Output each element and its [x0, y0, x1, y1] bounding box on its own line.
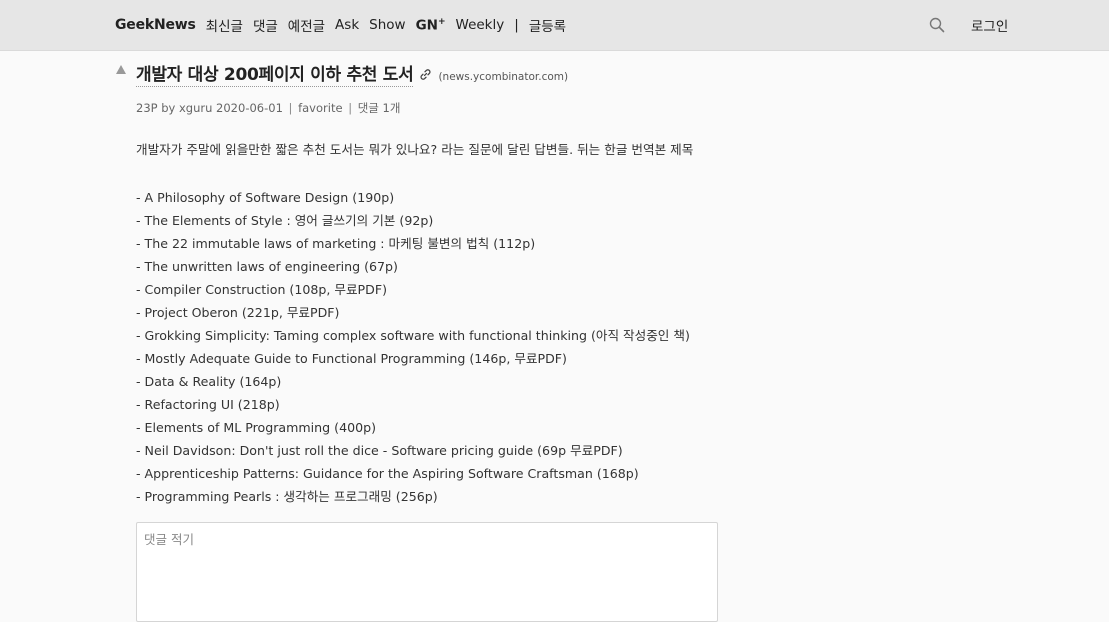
nav-submit[interactable]: 글등록 [529, 15, 566, 35]
list-item: - Mostly Adequate Guide to Functional Pr… [136, 351, 567, 366]
list-item: - Project Oberon (221p, 무료PDF) [136, 305, 340, 320]
post-title[interactable]: 개발자 대상 200페이지 이하 추천 도서 [136, 60, 414, 87]
nav-gn-sup: + [437, 16, 446, 27]
nav-brand-geeknews[interactable]: GeekNews [115, 17, 196, 33]
list-item: - Elements of ML Programming (400p) [136, 420, 377, 435]
search-icon[interactable] [929, 17, 945, 33]
comments-link[interactable]: 댓글 1개 [358, 101, 401, 115]
upvote-icon[interactable] [116, 65, 126, 74]
top-navigation-bar: GeekNews 최신글 댓글 예전글 Ask Show GN+ Weekly … [0, 0, 1109, 51]
post-body: 개발자가 주말에 읽을만한 짧은 추천 도서는 뭐가 있나요? 라는 질문에 달… [136, 140, 896, 508]
post-domain: (news.ycombinator.com) [438, 71, 569, 83]
list-item: - Compiler Construction (108p, 무료PDF) [136, 282, 387, 297]
nav-gn-plus[interactable]: GN+ [416, 17, 446, 34]
list-item: - Neil Davidson: Don't just roll the dic… [136, 443, 623, 458]
meta-separator: | [288, 101, 293, 115]
main-nav: GeekNews 최신글 댓글 예전글 Ask Show GN+ Weekly … [115, 15, 566, 35]
meta-separator: | [348, 101, 353, 115]
list-item: - Data & Reality (164p) [136, 374, 282, 389]
book-list: - A Philosophy of Software Design (190p)… [136, 186, 896, 508]
list-item: - Refactoring UI (218p) [136, 397, 280, 412]
post-intro: 개발자가 주말에 읽을만한 짧은 추천 도서는 뭐가 있나요? 라는 질문에 달… [136, 142, 694, 157]
list-item: - Apprenticeship Patterns: Guidance for … [136, 466, 639, 481]
nav-weekly[interactable]: Weekly [456, 17, 505, 33]
post-title-row: 개발자 대상 200페이지 이하 추천 도서 (news.ycombinator… [136, 60, 568, 87]
nav-show[interactable]: Show [369, 17, 405, 33]
list-item: - The unwritten laws of engineering (67p… [136, 259, 398, 274]
nav-comments[interactable]: 댓글 [253, 15, 278, 35]
list-item: - A Philosophy of Software Design (190p) [136, 190, 395, 205]
login-link[interactable]: 로그인 [971, 15, 1008, 35]
favorite-link[interactable]: favorite [298, 101, 342, 115]
nav-ask[interactable]: Ask [335, 17, 359, 33]
link-icon[interactable] [419, 68, 432, 81]
nav-latest[interactable]: 최신글 [206, 15, 243, 35]
nav-past[interactable]: 예전글 [288, 15, 325, 35]
post-points-author-date: 23P by xguru 2020-06-01 [136, 101, 283, 115]
post-meta: 23P by xguru 2020-06-01 | favorite | 댓글 … [136, 100, 400, 116]
list-item: - Grokking Simplicity: Taming complex so… [136, 328, 690, 343]
list-item: - Programming Pearls : 생각하는 프로그래밍 (256p) [136, 489, 438, 504]
list-item: - The Elements of Style : 영어 글쓰기의 기본 (92… [136, 213, 434, 228]
list-item: - The 22 immutable laws of marketing : 마… [136, 236, 536, 251]
comment-textarea[interactable] [136, 522, 718, 622]
nav-gn-label: GN [415, 17, 438, 34]
nav-divider: | [514, 17, 519, 33]
